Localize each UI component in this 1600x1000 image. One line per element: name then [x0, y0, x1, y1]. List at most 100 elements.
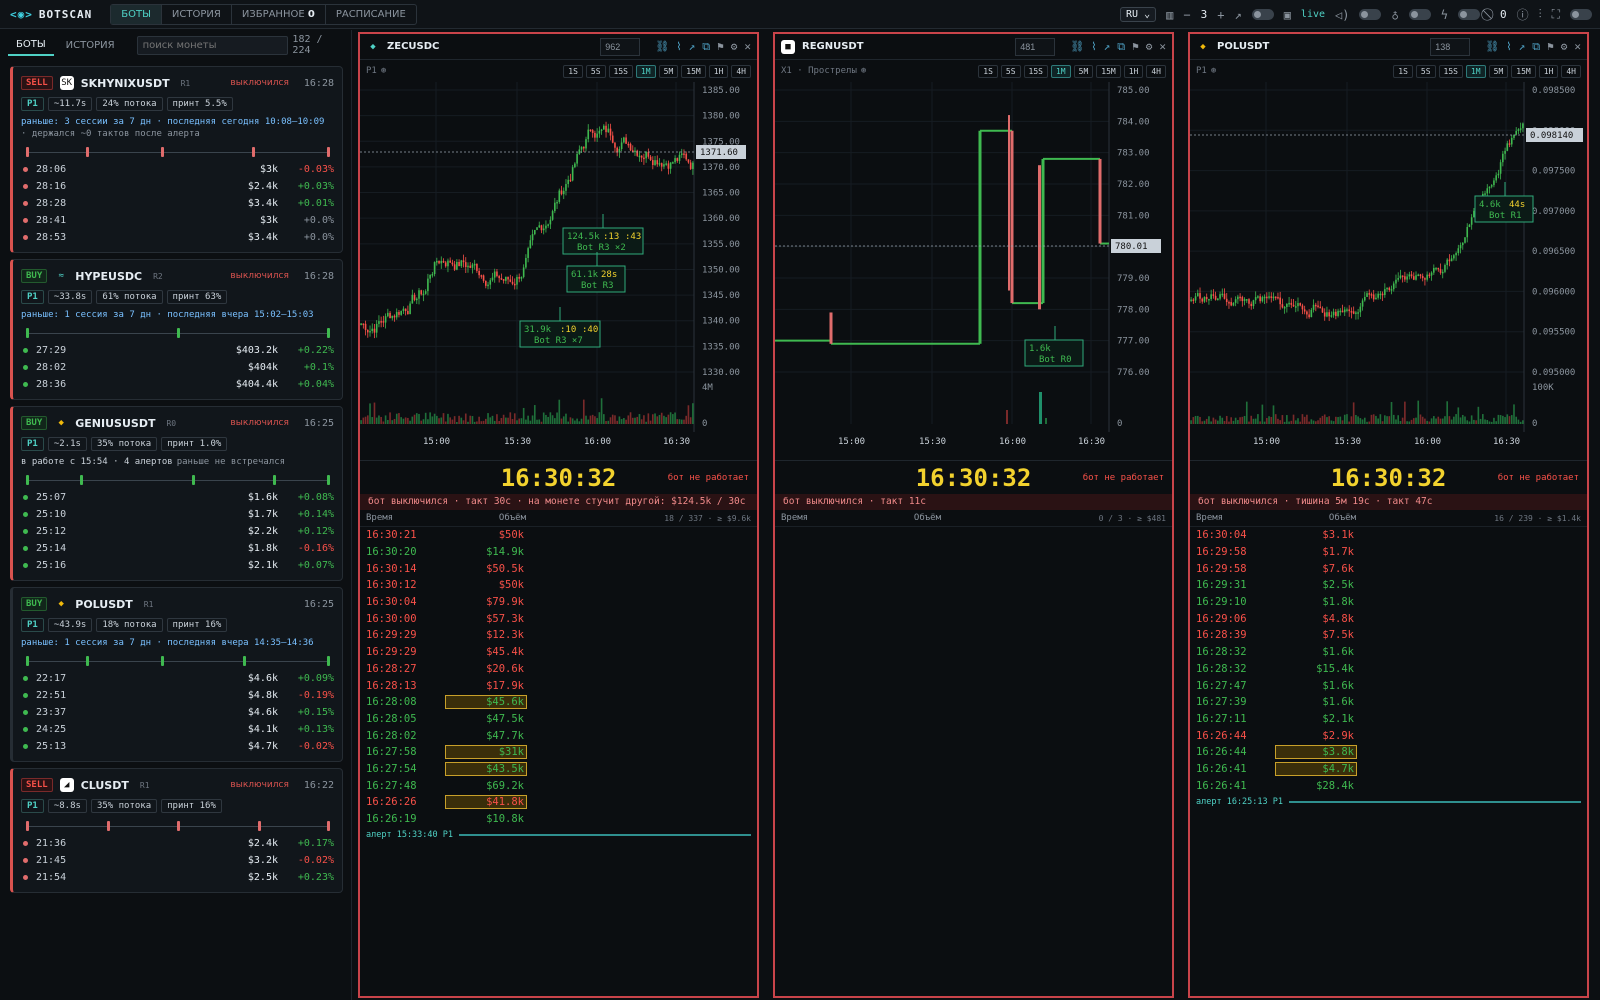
candle: [398, 312, 400, 315]
trade-volume: $1.6k: [1322, 679, 1354, 692]
timeframe-1h-button[interactable]: 1H: [1123, 64, 1144, 78]
candle: [1346, 309, 1348, 311]
coin-symbol[interactable]: POLUSDT: [75, 598, 133, 611]
timeframe-5s-button[interactable]: 5S: [1415, 64, 1436, 78]
candle: [1241, 297, 1244, 302]
link-icon[interactable]: ⛓: [655, 40, 669, 53]
timeframe-15s-button[interactable]: 15S: [1023, 64, 1048, 78]
timeframe-1s-button[interactable]: 1S: [563, 64, 583, 78]
refresh-icon[interactable]: ⊛: [861, 66, 866, 76]
column-time: Время: [781, 513, 809, 523]
coin-symbol[interactable]: SKHYNIXUSDT: [81, 77, 170, 90]
settings-icon[interactable]: ⚙: [1561, 40, 1568, 53]
external-link-icon[interactable]: ⧉: [702, 40, 710, 54]
threshold-input[interactable]: [600, 37, 641, 56]
timeframe-1m-button[interactable]: 1M: [1465, 64, 1486, 78]
bot-card[interactable]: BUY ≈ HYPEUSDC R2 выключился 16:28 P1 ~33.8s 61%…: [10, 259, 343, 400]
bookmark-icon[interactable]: ⚑: [717, 40, 724, 53]
columns-icon[interactable]: ▥: [1166, 8, 1173, 22]
timeframe-15m-button[interactable]: 15M: [1096, 64, 1121, 78]
nav-tab-schedule[interactable]: РАСПИСАНИЕ: [326, 5, 416, 24]
pulse-icon[interactable]: ⌇: [676, 40, 681, 53]
refresh-icon[interactable]: ⊛: [381, 66, 386, 76]
trade-time: 16:28:08: [366, 696, 417, 709]
bot-card[interactable]: BUY ◆ POLUSDT R1 16:25 P1 ~43.9s 18% потока прин…: [10, 587, 343, 762]
chart-area[interactable]: 0.0985000.0980000.0975000.0970000.096500…: [1190, 82, 1587, 460]
timeframe-15s-button[interactable]: 15S: [1438, 64, 1463, 78]
trend-icon[interactable]: ↗: [1519, 40, 1526, 53]
candle: [1274, 296, 1277, 299]
trend-icon[interactable]: ↗: [1104, 40, 1111, 53]
refresh-icon[interactable]: ⊛: [1211, 66, 1216, 76]
info-icon[interactable]: ⓘ: [1517, 6, 1529, 23]
timeframe-1h-button[interactable]: 1H: [708, 64, 729, 78]
timeframe-5m-button[interactable]: 5M: [658, 64, 679, 78]
volume-bar: [1504, 417, 1506, 424]
coin-symbol[interactable]: HYPEUSDC: [75, 270, 142, 283]
sidebar-tab-bots[interactable]: БОТЫ: [8, 35, 54, 56]
timeframe-5s-button[interactable]: 5S: [1000, 64, 1021, 78]
volume-bar: [502, 414, 505, 424]
panel-symbol[interactable]: ZECUSDC: [387, 41, 439, 52]
nav-tab-favorites[interactable]: ИЗБРАННОЕ 0: [232, 4, 326, 24]
timeframe-4h-button[interactable]: 4H: [731, 64, 751, 78]
volume-bar: [1203, 420, 1206, 424]
fullscreen-toggle[interactable]: [1570, 9, 1592, 20]
bookmark-icon[interactable]: ⚑: [1132, 40, 1139, 53]
timeframe-1s-button[interactable]: 1S: [1393, 64, 1413, 78]
settings-icon[interactable]: ⚙: [731, 40, 738, 53]
coin-symbol[interactable]: GENIUSUSDT: [75, 417, 155, 430]
timeframe-1m-button[interactable]: 1M: [635, 64, 656, 78]
panel-symbol[interactable]: REGNUSDT: [802, 41, 864, 52]
panel-symbol[interactable]: POLUSDT: [1217, 41, 1269, 52]
volume-bar: [1292, 414, 1295, 424]
volume-bar: [1268, 416, 1270, 424]
timeframe-1h-button[interactable]: 1H: [1538, 64, 1559, 78]
trend-toggle[interactable]: [1251, 9, 1274, 20]
language-select[interactable]: RU ⌄: [1120, 7, 1157, 22]
coin-symbol[interactable]: CLUSDT: [81, 779, 129, 792]
sliders-icon[interactable]: ⫶: [1539, 7, 1542, 22]
grid-minus-button[interactable]: −: [1183, 8, 1190, 22]
bookmark-icon[interactable]: ⚑: [1547, 40, 1554, 53]
link-icon[interactable]: ⛓: [1485, 40, 1499, 53]
close-icon[interactable]: ✕: [744, 40, 751, 53]
nav-tab-history[interactable]: ИСТОРИЯ: [162, 4, 232, 24]
external-link-icon[interactable]: ⧉: [1532, 40, 1540, 54]
threshold-input[interactable]: [1430, 37, 1471, 56]
volume-bar: [525, 419, 527, 424]
grid-plus-button[interactable]: +: [1217, 8, 1224, 22]
external-link-icon[interactable]: ⧉: [1117, 40, 1125, 54]
bot-card[interactable]: BUY ◆ GENIUSUSDT R0 выключился 16:25 P1 ~2.1s 35…: [10, 406, 343, 581]
close-icon[interactable]: ✕: [1574, 40, 1581, 53]
pulse-icon[interactable]: ⌇: [1091, 40, 1096, 53]
bot-card[interactable]: SELL SK SKHYNIXUSDT R1 выключился 16:28 P1 ~11.…: [10, 66, 343, 253]
link-icon[interactable]: ⛓: [1070, 40, 1084, 53]
bot-card[interactable]: SELL ◢ CLUSDT R1 выключился 16:22 P1 ~8.8s 35% п…: [10, 768, 343, 893]
logo[interactable]: <◉> BOTSCAN: [10, 8, 92, 21]
timeframe-15m-button[interactable]: 15M: [681, 64, 706, 78]
settings-icon[interactable]: ⚙: [1146, 40, 1153, 53]
chart-area[interactable]: 785.00784.00783.00782.00781.00780.00779.…: [775, 82, 1172, 460]
lightning-toggle[interactable]: [1457, 9, 1480, 20]
coin-search-input[interactable]: [136, 35, 289, 55]
nav-tab-bots[interactable]: БОТЫ: [111, 4, 162, 24]
timeframe-4h-button[interactable]: 4H: [1146, 64, 1166, 78]
timeframe-1m-button[interactable]: 1M: [1050, 64, 1071, 78]
sidebar-tab-history[interactable]: ИСТОРИЯ: [58, 36, 123, 55]
trend-icon[interactable]: ↗: [689, 40, 696, 53]
pulse-icon[interactable]: ⌇: [1506, 40, 1511, 53]
timeframe-4h-button[interactable]: 4H: [1561, 64, 1581, 78]
timeframe-5s-button[interactable]: 5S: [585, 64, 606, 78]
timeframe-15m-button[interactable]: 15M: [1511, 64, 1536, 78]
timeframe-5m-button[interactable]: 5M: [1073, 64, 1094, 78]
volume-bar: [1510, 415, 1513, 424]
mic-toggle[interactable]: [1408, 9, 1431, 20]
close-icon[interactable]: ✕: [1159, 40, 1166, 53]
chart-area[interactable]: 1385.00 1380.00 1375.00 1370.00 1365.00 1360.…: [360, 82, 757, 460]
timeframe-1s-button[interactable]: 1S: [978, 64, 998, 78]
timeframe-5m-button[interactable]: 5M: [1488, 64, 1509, 78]
timeframe-15s-button[interactable]: 15S: [608, 64, 633, 78]
sound-toggle[interactable]: [1359, 9, 1382, 20]
threshold-input[interactable]: [1015, 37, 1056, 56]
